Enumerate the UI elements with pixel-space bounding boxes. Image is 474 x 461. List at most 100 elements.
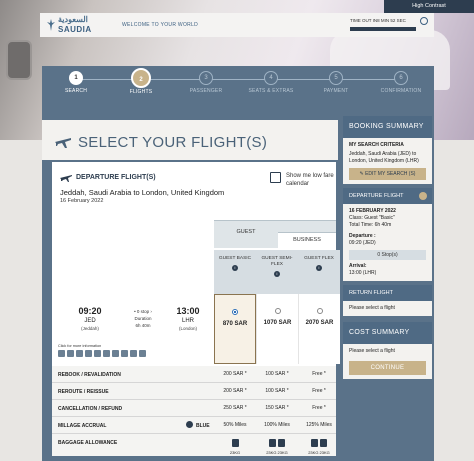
welcome-tagline: WELCOME TO YOUR WORLD [122, 22, 199, 28]
rule-label: REBOOK / REVALIDATION [58, 372, 121, 378]
accessibility-icon [139, 350, 146, 357]
cost-summary-box: Please select a flight CONTINUE [343, 344, 432, 379]
step-number: 2 [131, 68, 151, 88]
page-title-bar: SELECT YOUR FLIGHT(S) [42, 120, 338, 160]
top-bar: High Contrast [0, 0, 474, 13]
cost-summary-title: COST SUMMARY [343, 322, 432, 344]
baggage-icon [320, 439, 327, 447]
fare-rules-table: REBOOK / REVALIDATION 200 SAR * 100 SAR … [52, 366, 336, 461]
fare-radio[interactable] [274, 308, 281, 314]
timeout-info-icon[interactable] [420, 17, 428, 25]
high-contrast-button[interactable]: High Contrast [384, 0, 474, 13]
fare-radio[interactable] [232, 309, 238, 315]
step-confirmation: 6 CONFIRMATION [376, 71, 426, 94]
wifi-icon [76, 350, 83, 357]
departure-class: Class: Guest "Basic" [349, 215, 395, 221]
info-icon[interactable]: i [316, 265, 322, 271]
baggage-weight: 23KG 23KG [308, 450, 330, 455]
departure-flight-header[interactable]: DEPARTURE FLIGHT [343, 188, 432, 204]
criteria-route: Jeddah, Saudi Arabia (JED) to London, Un… [349, 151, 419, 164]
tier-label: BLUE [196, 423, 210, 429]
step-search[interactable]: 1 SEARCH [51, 71, 101, 94]
aircraft-window-image [6, 40, 32, 80]
fare-radio[interactable] [316, 308, 323, 314]
more-info-link[interactable]: Click for more information [58, 344, 101, 348]
amenities-icons [58, 350, 146, 358]
rule-value: 100% Miles [264, 422, 290, 428]
stop-duration-info: • 0 stop › Duration 6h 40m [118, 308, 168, 329]
step-label: FLIGHTS [129, 89, 153, 95]
palm-swords-icon [47, 19, 55, 31]
fare-name: GUEST FLEX [304, 256, 334, 261]
step-seats-extras: 4 SEATS & EXTRAS [246, 71, 296, 94]
table-row: MILLAGE ACCRUAL BLUE 50% Miles 100% Mile… [52, 417, 336, 434]
fare-header-flex: GUEST FLEX i [298, 250, 340, 294]
rule-label: BAGGAGE ALLOWANCE [58, 440, 118, 446]
return-details: Please select a flight [343, 301, 432, 316]
booking-summary-title: BOOKING SUMMARY [343, 116, 432, 138]
fare-option-basic[interactable]: 870 SAR [214, 294, 256, 364]
route-text: Jeddah, Saudi Arabia to London, United K… [60, 188, 225, 197]
guest-cabin-label: GUEST [236, 229, 256, 235]
criteria-title: MY SEARCH CRITERIA [349, 142, 404, 148]
saudia-logo[interactable]: السعودية SAUDIA [46, 15, 104, 35]
departure-label: Departure : [349, 233, 376, 239]
meal-icon [67, 350, 74, 357]
departure-plane-icon [60, 175, 72, 182]
logo-english: SAUDIA [58, 25, 92, 34]
step-number: 3 [199, 71, 213, 85]
card-bottom-strip [52, 456, 336, 461]
fare-option-semi-flex[interactable]: 1070 SAR [256, 294, 298, 364]
aircraft-icon [121, 350, 128, 357]
fare-option-flex[interactable]: 2070 SAR [298, 294, 340, 364]
baggage-icon [278, 439, 285, 447]
usb-icon [103, 350, 110, 357]
departure-details: 16 FEBRUARY 2022 Class: Guest "Basic" To… [343, 204, 432, 281]
fare-name: GUEST BASIC [218, 256, 252, 261]
rule-value: Free * [312, 388, 326, 394]
rule-value: 250 SAR * [223, 405, 247, 411]
baggage-weight: 23KG 23KG [266, 450, 288, 455]
rule-label: MILLAGE ACCRUAL [58, 423, 107, 429]
search-criteria-box: MY SEARCH CRITERIA Jeddah, Saudi Arabia … [343, 138, 432, 184]
cost-message: Please select a flight [349, 348, 395, 354]
stops-summary: 0 Stop(s) [349, 250, 426, 260]
return-flight-header[interactable]: RETURN FLIGHT [343, 285, 432, 301]
departure-time: 09:20 [78, 306, 102, 316]
arrival-city: (London) [178, 326, 197, 331]
step-number: 1 [69, 71, 83, 85]
booking-summary-sidebar: BOOKING SUMMARY MY SEARCH CRITERIA Jedda… [343, 116, 432, 461]
table-row: REROUTE / REISSUE 200 SAR * 100 SAR * Fr… [52, 383, 336, 400]
step-flights[interactable]: 2 FLIGHTS [116, 68, 166, 95]
baggage-semi-flex: 23KG 23KG [256, 439, 298, 455]
power-icon [94, 350, 101, 357]
seat-icon [58, 350, 65, 357]
chevron-down-icon[interactable] [419, 192, 427, 200]
baggage-icon [231, 439, 239, 447]
prayer-icon [112, 350, 119, 357]
booking-steps: 1 SEARCH 2 FLIGHTS 3 PASSENGER 4 SEATS &… [42, 66, 434, 100]
fare-price: 870 SAR [222, 321, 248, 327]
fare-price: 1070 SAR [263, 320, 292, 326]
step-payment: 5 PAYMENT [311, 71, 361, 94]
step-label: CONFIRMATION [380, 88, 422, 94]
low-fare-calendar-link[interactable]: Show me low fare calendar [286, 172, 336, 188]
table-row: CANCELLATION / REFUND 250 SAR * 150 SAR … [52, 400, 336, 417]
step-number: 4 [264, 71, 278, 85]
flight-selection-panel: SELECT YOUR FLIGHT(S) DEPARTURE FLIGHT(S… [42, 120, 340, 461]
continue-button[interactable]: CONTINUE [349, 361, 426, 375]
rule-value: Free * [312, 405, 326, 411]
arrival-value: 13:00 (LHR) [349, 270, 377, 276]
calendar-icon[interactable] [270, 172, 281, 183]
info-icon[interactable]: i [232, 265, 238, 271]
fare-header-basic: GUEST BASIC i [214, 250, 256, 294]
session-timeout-text: TIME OUT IN8 MIN 52 SEC [350, 18, 406, 23]
departure-date: 16 FEBRUARY 2022 [349, 208, 396, 214]
business-cabin-tab[interactable]: BUSINESS [278, 232, 336, 248]
edit-search-button[interactable]: ✎ EDIT MY SEARCH (S) [349, 168, 426, 180]
stops-text: • 0 stop › [134, 309, 152, 314]
baggage-flex: 23KG 23KG [298, 439, 340, 455]
table-row: REBOOK / REVALIDATION 200 SAR * 100 SAR … [52, 366, 336, 383]
info-icon[interactable]: i [274, 271, 280, 277]
arrival-code: LHR [181, 318, 194, 324]
